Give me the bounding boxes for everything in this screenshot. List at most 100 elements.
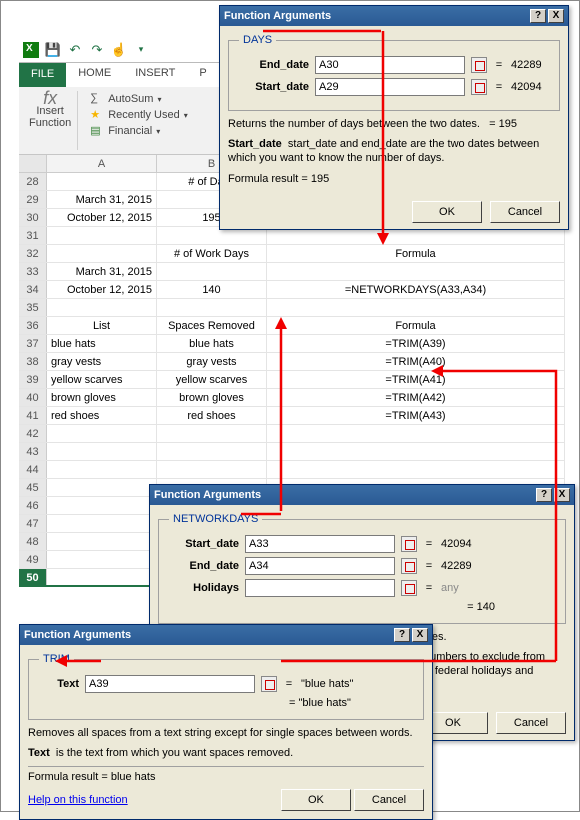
cell-a[interactable]: gray vests [47,353,157,370]
cell-a[interactable] [47,299,157,316]
cell-b[interactable]: Spaces Removed [157,317,267,334]
row-header[interactable]: 35 [19,299,47,316]
ok-button[interactable]: OK [412,201,482,223]
cell-a[interactable]: March 31, 2015 [47,263,157,280]
row-37[interactable]: 37blue hatsblue hats=TRIM(A39) [19,335,565,353]
cell-b[interactable]: gray vests [157,353,267,370]
help-icon[interactable]: ? [536,488,552,502]
cell-b[interactable] [157,461,267,478]
cell-formula[interactable] [267,443,565,460]
row-35[interactable]: 35 [19,299,565,317]
cell-a[interactable] [47,425,157,442]
end-date-input[interactable] [315,56,465,74]
row-header[interactable]: 36 [19,317,47,334]
help-link[interactable]: Help on this function [28,794,128,806]
cell-b[interactable]: # of Work Days [157,245,267,262]
cell-b[interactable]: yellow scarves [157,371,267,388]
cell-formula[interactable]: =TRIM(A40) [267,353,565,370]
dialog-title-bar[interactable]: Function Arguments ? X [220,6,568,26]
cell-a[interactable] [47,497,157,514]
nw-start-date-input[interactable] [245,535,395,553]
row-header[interactable]: 28 [19,173,47,190]
help-icon[interactable]: ? [530,9,546,23]
insert-function-button[interactable]: fx Insert Function [29,91,71,129]
dialog-title-bar[interactable]: Function Arguments ? X [20,625,432,645]
cell-formula[interactable] [267,461,565,478]
cell-b[interactable]: blue hats [157,335,267,352]
cancel-button[interactable]: Cancel [354,789,424,811]
cell-a[interactable]: brown gloves [47,389,157,406]
row-header[interactable]: 43 [19,443,47,460]
ref-edit-icon[interactable] [401,536,417,552]
cell-formula[interactable] [267,299,565,316]
cell-formula[interactable]: =TRIM(A42) [267,389,565,406]
cancel-button[interactable]: Cancel [496,712,566,734]
cell-formula[interactable]: Formula [267,317,565,334]
row-44[interactable]: 44 [19,461,565,479]
row-header[interactable]: 49 [19,551,47,568]
cell-formula[interactable]: =TRIM(A43) [267,407,565,424]
cell-a[interactable] [47,245,157,262]
select-all-corner[interactable] [19,155,47,172]
cell-formula[interactable] [267,263,565,280]
col-header-a[interactable]: A [47,155,157,172]
row-header[interactable]: 40 [19,389,47,406]
row-header[interactable]: 45 [19,479,47,496]
row-header[interactable]: 32 [19,245,47,262]
row-header[interactable]: 46 [19,497,47,514]
dialog-title-bar[interactable]: Function Arguments ? X [150,485,574,505]
cell-b[interactable] [157,425,267,442]
cell-b[interactable] [157,443,267,460]
row-header[interactable]: 41 [19,407,47,424]
cell-a[interactable] [47,443,157,460]
close-icon[interactable]: X [554,488,570,502]
trim-text-input[interactable] [85,675,255,693]
row-header[interactable]: 29 [19,191,47,208]
row-43[interactable]: 43 [19,443,565,461]
cell-a[interactable]: yellow scarves [47,371,157,388]
cell-b[interactable] [157,299,267,316]
nw-end-date-input[interactable] [245,557,395,575]
row-34[interactable]: 34October 12, 2015140=NETWORKDAYS(A33,A3… [19,281,565,299]
cell-a[interactable] [47,479,157,496]
row-33[interactable]: 33March 31, 2015 [19,263,565,281]
save-icon[interactable]: 💾 [45,42,61,58]
cell-formula[interactable]: =TRIM(A41) [267,371,565,388]
cell-b[interactable]: 140 [157,281,267,298]
cell-formula[interactable] [267,425,565,442]
row-header[interactable]: 50 [19,569,47,585]
cell-a[interactable]: October 12, 2015 [47,281,157,298]
cell-a[interactable] [47,551,157,568]
row-41[interactable]: 41 red shoesred shoes=TRIM(A43) [19,407,565,425]
cell-a[interactable] [47,569,157,585]
dropdown-icon[interactable]: ▾ [133,42,149,58]
redo-icon[interactable]: ↷ [89,42,105,58]
row-header[interactable]: 47 [19,515,47,532]
cell-a[interactable]: List [47,317,157,334]
ref-edit-icon[interactable] [401,558,417,574]
tab-insert[interactable]: INSERT [123,63,187,87]
close-icon[interactable]: X [412,628,428,642]
row-header[interactable]: 44 [19,461,47,478]
touch-icon[interactable]: ☝ [111,42,127,58]
tab-file[interactable]: FILE [19,63,66,87]
row-header[interactable]: 33 [19,263,47,280]
row-header[interactable]: 42 [19,425,47,442]
nw-holidays-input[interactable] [245,579,395,597]
cancel-button[interactable]: Cancel [490,201,560,223]
row-32[interactable]: 32 # of Work DaysFormula [19,245,565,263]
tab-home[interactable]: HOME [66,63,123,87]
cell-formula[interactable]: Formula [267,245,565,262]
row-header[interactable]: 38 [19,353,47,370]
cell-a[interactable] [47,227,157,244]
row-header[interactable]: 39 [19,371,47,388]
ref-edit-icon[interactable] [471,79,487,95]
cell-a[interactable] [47,533,157,550]
cell-a[interactable] [47,461,157,478]
cell-a[interactable]: red shoes [47,407,157,424]
ref-edit-icon[interactable] [471,57,487,73]
row-header[interactable]: 30 [19,209,47,226]
cell-b[interactable]: brown gloves [157,389,267,406]
cell-formula[interactable]: =NETWORKDAYS(A33,A34) [267,281,565,298]
cell-a[interactable] [47,173,157,190]
